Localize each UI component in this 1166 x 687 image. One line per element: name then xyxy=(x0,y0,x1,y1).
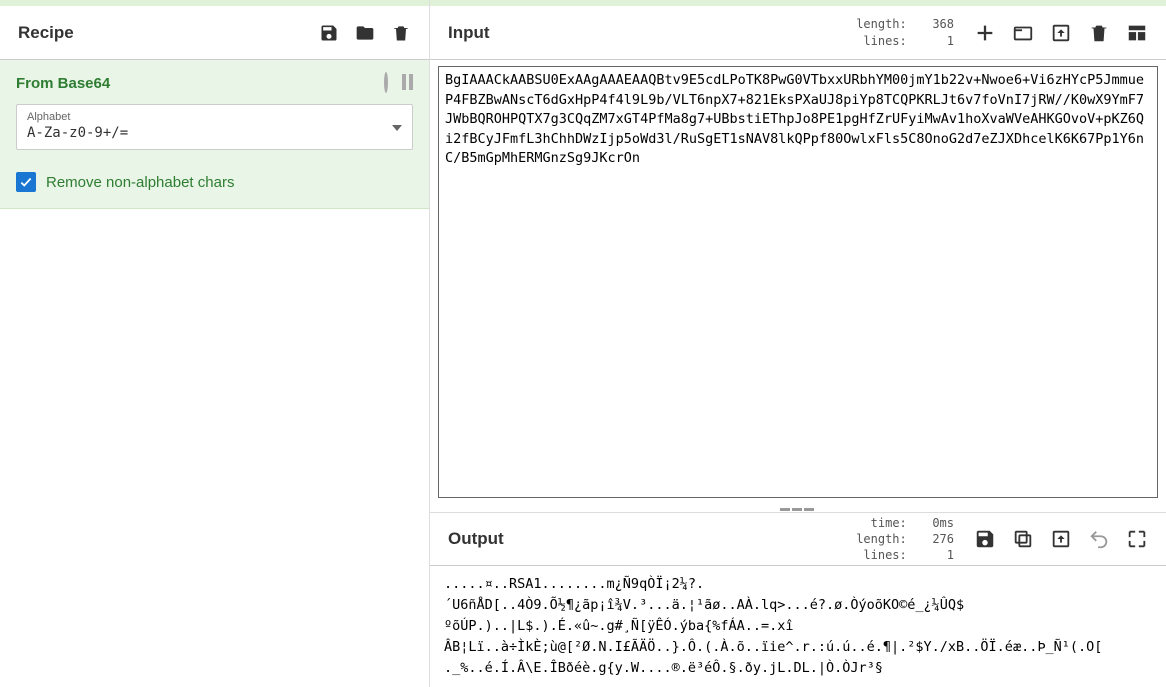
alphabet-label: Alphabet xyxy=(27,111,402,123)
alphabet-select[interactable]: Alphabet A-Za-z0-9+/= xyxy=(16,104,413,150)
delete-recipe-icon[interactable] xyxy=(391,23,411,43)
add-input-tab-icon[interactable] xyxy=(974,22,996,44)
input-stats: length: 368 lines: 1 xyxy=(851,16,954,48)
alphabet-value: A-Za-z0-9+/= xyxy=(27,125,402,141)
reset-layout-icon[interactable] xyxy=(1126,22,1148,44)
output-textarea[interactable]: .....¤..RSA1........m¿Ñ9qÒÏ¡2¼?. ´U6ñÅD[… xyxy=(430,566,1166,687)
output-title: Output xyxy=(448,529,851,549)
input-header: Input length: 368 lines: 1 xyxy=(430,6,1166,60)
input-title: Input xyxy=(448,23,851,43)
open-file-input-icon[interactable] xyxy=(1050,22,1072,44)
input-textarea[interactable]: BgIAAACkAABSU0ExAAgAAAEAAQBtv9E5cdLPoTK8… xyxy=(438,66,1158,498)
pause-operation-icon[interactable] xyxy=(402,74,413,92)
recipe-header: Recipe xyxy=(0,6,429,60)
remove-non-alphabet-label: Remove non-alphabet chars xyxy=(46,174,234,191)
operation-card-from-base64: From Base64 Alphabet A-Za-z0-9+/= Remove… xyxy=(0,60,429,209)
operation-title: From Base64 xyxy=(16,75,384,92)
maximize-output-icon[interactable] xyxy=(1126,528,1148,550)
open-folder-input-icon[interactable] xyxy=(1012,22,1034,44)
output-header: Output time: 0ms length: 276 lines: 1 xyxy=(430,512,1166,566)
recipe-title: Recipe xyxy=(18,23,319,43)
resize-handle[interactable]: ▬▬▬ xyxy=(430,504,1166,512)
dropdown-caret-icon xyxy=(392,118,402,136)
output-stats: time: 0ms length: 276 lines: 1 xyxy=(851,515,954,564)
disable-operation-icon[interactable] xyxy=(384,74,388,92)
save-recipe-icon[interactable] xyxy=(319,23,339,43)
copy-output-icon[interactable] xyxy=(1012,528,1034,550)
remove-non-alphabet-checkbox[interactable] xyxy=(16,172,36,192)
open-folder-icon[interactable] xyxy=(355,23,375,43)
move-output-to-input-icon[interactable] xyxy=(1050,528,1072,550)
undo-icon[interactable] xyxy=(1088,528,1110,550)
clear-input-icon[interactable] xyxy=(1088,22,1110,44)
save-output-icon[interactable] xyxy=(974,528,996,550)
